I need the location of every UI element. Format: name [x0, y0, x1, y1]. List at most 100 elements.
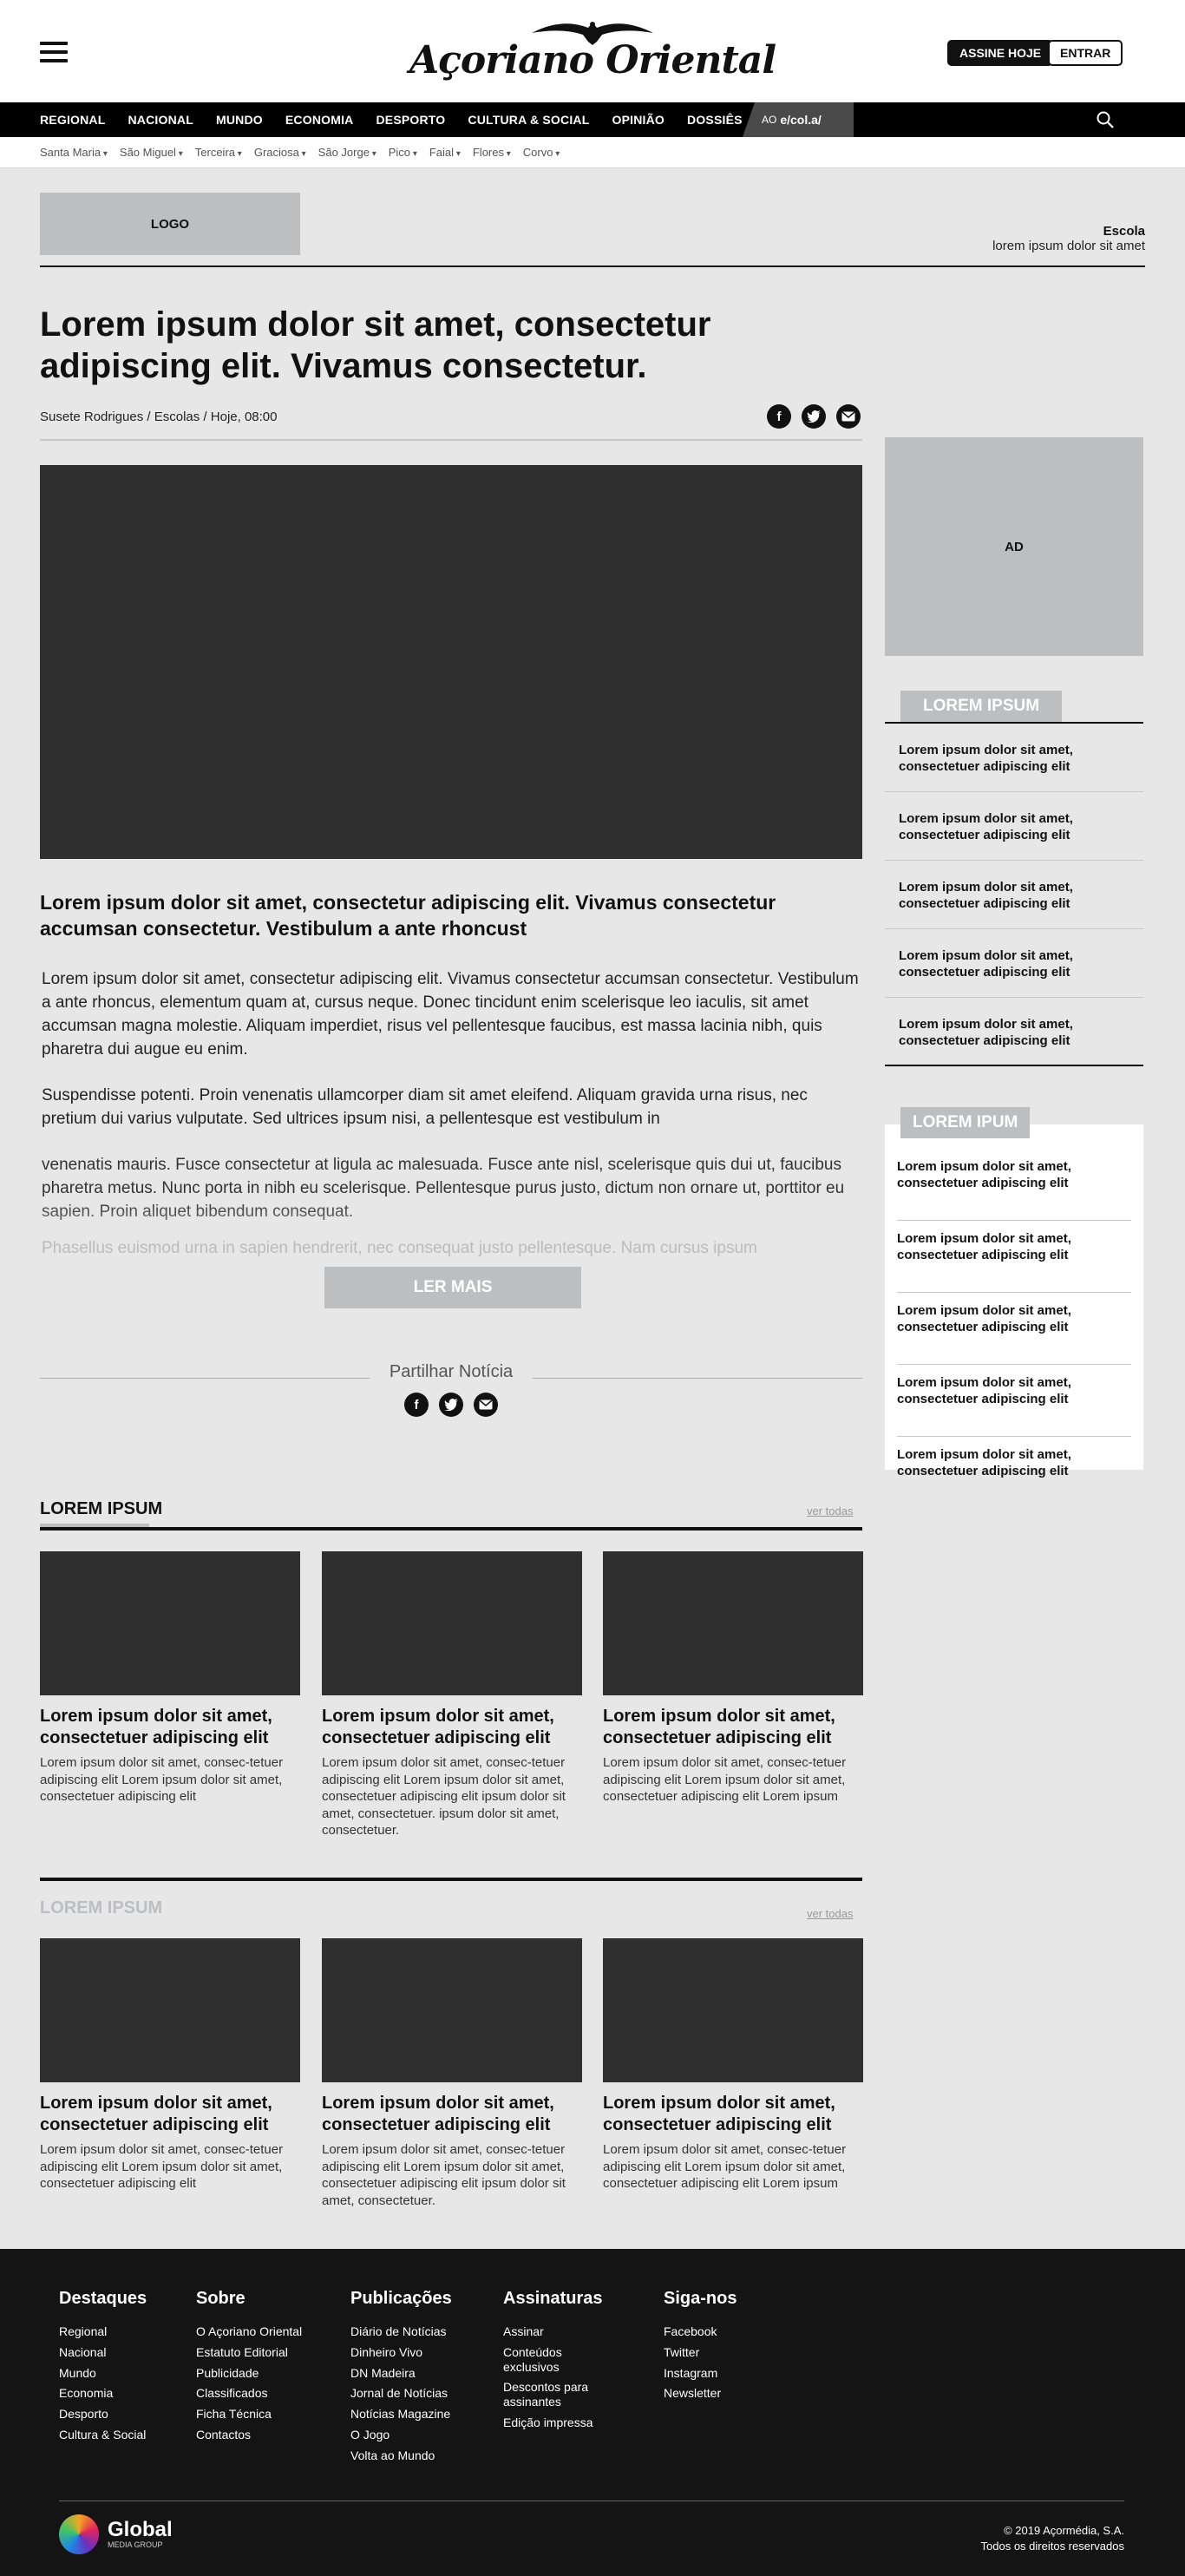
card-text: Lorem ipsum dolor sit amet, consec-tetue… [603, 2142, 847, 2191]
card-image [603, 1938, 863, 2082]
footer-link[interactable]: Instagram [664, 2366, 737, 2381]
nav-cultura-social[interactable]: CULTURA & SOCIAL [468, 113, 589, 127]
school-name: Escola [1103, 224, 1145, 239]
footer-column-title: Destaques [59, 2289, 147, 2308]
divider [40, 1527, 862, 1531]
email-icon[interactable] [474, 1393, 498, 1417]
nav-mundo[interactable]: MUNDO [216, 113, 263, 127]
page: Açoriano Oriental ASSINE HOJE ENTRAR REG… [0, 0, 1185, 2576]
footer-link[interactable]: Estatuto Editorial [196, 2345, 302, 2360]
sidebar-link[interactable]: Lorem ipsum dolor sit amet, consectetuer… [897, 1447, 1131, 1509]
island-faial[interactable]: Faial [429, 146, 461, 159]
sidebar-link[interactable]: Lorem ipsum dolor sit amet, consectetuer… [885, 998, 1143, 1066]
nav-dossies[interactable]: DOSSIÊS [687, 113, 743, 127]
island-flores[interactable]: Flores [473, 146, 511, 159]
footer-link[interactable]: Dinheiro Vivo [350, 2345, 452, 2360]
twitter-icon[interactable] [439, 1393, 463, 1417]
card-title: Lorem ipsum dolor sit amet, consectetuer… [40, 2094, 272, 2134]
sidebar-link[interactable]: Lorem ipsum dolor sit amet, consectetuer… [897, 1303, 1131, 1365]
footer-column-title: Publicações [350, 2289, 452, 2308]
news-card[interactable]: Lorem ipsum dolor sit amet, consectetuer… [603, 1938, 863, 2193]
island-sao-jorge[interactable]: São Jorge [318, 146, 376, 159]
island-santa-maria[interactable]: Santa Maria [40, 146, 108, 159]
footer-link[interactable]: Newsletter [664, 2386, 737, 2401]
login-button[interactable]: ENTRAR [1048, 40, 1123, 66]
card-text: Lorem ipsum dolor sit amet, consec-tetue… [322, 2142, 566, 2208]
footer-link[interactable]: Jornal de Notícias [350, 2386, 452, 2401]
footer-column-sobre: Sobre O Açoriano Oriental Estatuto Edito… [196, 2289, 302, 2448]
divider [40, 1878, 862, 1881]
island-pico[interactable]: Pico [389, 146, 417, 159]
footer-link[interactable]: Desporto [59, 2407, 147, 2422]
footer-link[interactable]: Classificados [196, 2386, 302, 2401]
news-card[interactable]: Lorem ipsum dolor sit amet, consectetuer… [603, 1551, 863, 1806]
group-name: Global [108, 2518, 173, 2541]
search-icon[interactable] [1097, 111, 1114, 128]
subscribe-button[interactable]: ASSINE HOJE [947, 40, 1054, 66]
footer-link[interactable]: Volta ao Mundo [350, 2448, 452, 2463]
footer-link[interactable]: Descontos para assinantes [503, 2380, 616, 2409]
related-title: LOREM IPSUM [40, 1499, 163, 1518]
global-media-group-logo[interactable]: Global MEDIA GROUP [59, 2514, 173, 2554]
news-card[interactable]: Lorem ipsum dolor sit amet, consectetuer… [40, 1551, 300, 1806]
footer-link[interactable]: Contactos [196, 2428, 302, 2442]
paragraph: Suspendisse potenti. Proin venenatis ull… [42, 1085, 808, 1128]
nav-nacional[interactable]: NACIONAL [128, 113, 193, 127]
footer-link[interactable]: Mundo [59, 2366, 147, 2381]
nav-economia[interactable]: ECONOMIA [285, 113, 354, 127]
nav-desporto[interactable]: DESPORTO [376, 113, 445, 127]
copyright-line: © 2019 Açormédia, S.A. [1004, 2524, 1124, 2537]
share-buttons-top: f [767, 404, 861, 429]
footer-link[interactable]: O Açoriano Oriental [196, 2324, 302, 2339]
footer-link[interactable]: Conteúdos exclusivos [503, 2345, 616, 2375]
footer-link[interactable]: DN Madeira [350, 2366, 452, 2381]
footer-link[interactable]: Regional [59, 2324, 147, 2339]
island-terceira[interactable]: Terceira [195, 146, 242, 159]
footer-link[interactable]: Notícias Magazine [350, 2407, 452, 2422]
island-graciosa[interactable]: Graciosa [254, 146, 306, 159]
sidebar-link[interactable]: Lorem ipsum dolor sit amet, consectetuer… [885, 792, 1143, 861]
sidebar-list: Lorem ipsum dolor sit amet, consectetuer… [897, 1159, 1131, 1519]
sidebar-link[interactable]: Lorem ipsum dolor sit amet, consectetuer… [885, 724, 1143, 792]
footer-link[interactable]: Assinar [503, 2324, 616, 2339]
footer-link[interactable]: Edição impressa [503, 2415, 616, 2430]
sidebar-link[interactable]: Lorem ipsum dolor sit amet, consectetuer… [897, 1159, 1131, 1221]
news-card[interactable]: Lorem ipsum dolor sit amet, consectetuer… [40, 1938, 300, 2193]
related-title: LOREM IPSUM [40, 1898, 163, 1917]
facebook-icon[interactable]: f [767, 404, 791, 429]
footer-link[interactable]: Cultura & Social [59, 2428, 147, 2442]
facebook-icon[interactable]: f [404, 1393, 429, 1417]
footer-link[interactable]: Nacional [59, 2345, 147, 2360]
share-title: Partilhar Notícia [389, 1362, 514, 1381]
card-image [322, 1938, 582, 2082]
twitter-icon[interactable] [802, 404, 826, 429]
email-icon[interactable] [836, 404, 861, 429]
sidebar-link[interactable]: Lorem ipsum dolor sit amet, consectetuer… [897, 1231, 1131, 1293]
see-all-link[interactable]: ver todas [807, 1504, 853, 1517]
global-logo-icon [59, 2514, 99, 2554]
footer-link[interactable]: O Jogo [350, 2428, 452, 2442]
card-image [40, 1551, 300, 1695]
sidebar-link[interactable]: Lorem ipsum dolor sit amet, consectetuer… [885, 929, 1143, 998]
footer-link[interactable]: Ficha Técnica [196, 2407, 302, 2422]
news-card[interactable]: Lorem ipsum dolor sit amet, consectetuer… [322, 1938, 582, 2209]
see-all-link[interactable]: ver todas [807, 1907, 853, 1920]
footer-link[interactable]: Facebook [664, 2324, 737, 2339]
island-sao-miguel[interactable]: São Miguel [120, 146, 183, 159]
top-header: Açoriano Oriental ASSINE HOJE ENTRAR [0, 0, 1185, 102]
twitter-bird-icon [807, 410, 821, 423]
footer-link[interactable]: Diário de Notícias [350, 2324, 452, 2339]
news-card[interactable]: Lorem ipsum dolor sit amet, consectetuer… [322, 1551, 582, 1839]
footer-link[interactable]: Publicidade [196, 2366, 302, 2381]
sidebar-link[interactable]: Lorem ipsum dolor sit amet, consectetuer… [897, 1375, 1131, 1437]
island-corvo[interactable]: Corvo [523, 146, 560, 159]
read-more-button[interactable]: LER MAIS [324, 1267, 581, 1308]
footer-link[interactable]: Twitter [664, 2345, 737, 2360]
article-title: Lorem ipsum dolor sit amet, consectetur … [40, 305, 711, 385]
sidebar-link[interactable]: Lorem ipsum dolor sit amet, consectetuer… [885, 861, 1143, 929]
nav-opiniao[interactable]: OPINIÃO [612, 113, 665, 127]
card-title: Lorem ipsum dolor sit amet, consectetuer… [322, 2094, 554, 2134]
footer-link[interactable]: Economia [59, 2386, 147, 2401]
nav-escolas-tab[interactable]: AO e/col.a/ [743, 102, 854, 137]
nav-regional[interactable]: REGIONAL [40, 113, 106, 127]
